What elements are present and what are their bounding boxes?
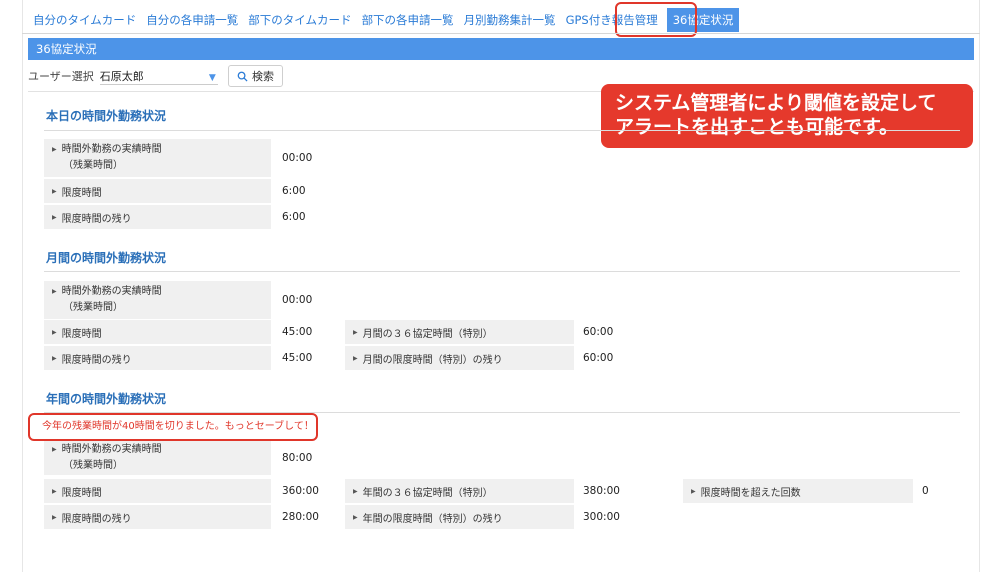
search-button[interactable]: 検索: [228, 65, 283, 87]
yearly-actual-value: 80:00: [282, 452, 313, 464]
caret-right-icon: ▶: [52, 487, 57, 495]
yearly-special-remaining-value: 300:00: [583, 511, 620, 523]
caret-right-icon: ▶: [691, 487, 696, 495]
monthly-actual-value: 00:00: [282, 294, 313, 306]
monthly-actual-label-line2: （残業時間）: [63, 302, 123, 313]
monthly-special-remaining-label: ▶ 月間の限度時間（特別）の残り: [345, 346, 574, 370]
monthly-actual-label-line1: 時間外勤務の実績時間: [61, 286, 162, 297]
yearly-remaining-value: 280:00: [282, 511, 319, 523]
user-select-dropdown[interactable]: 石原太郎 ▼: [99, 67, 218, 85]
caret-right-icon: ▶: [52, 213, 57, 221]
yearly-special-remaining-label-text: 年間の限度時間（特別）の残り: [362, 513, 503, 525]
monthly-special-value: 60:00: [583, 326, 614, 338]
yearly-special-value: 380:00: [583, 485, 620, 497]
yearly-exceeded-value: 0: [922, 485, 929, 497]
monthly-limit-label: ▶ 限度時間: [44, 320, 271, 344]
tab-staff-timecard[interactable]: 部下のタイムカード: [243, 8, 356, 32]
nav-divider: [22, 33, 980, 34]
tab-my-requests[interactable]: 自分の各申請一覧: [141, 8, 243, 32]
yearly-special-remaining-label: ▶ 年間の限度時間（特別）の残り: [345, 505, 574, 529]
yearly-exceeded-label-text: 限度時間を超えた回数: [700, 487, 801, 499]
monthly-remaining-label-text: 限度時間の残り: [61, 354, 132, 366]
overtime-alert: 今年の残業時間が40時間を切りました。もっとセーブして！: [28, 413, 318, 441]
yearly-actual-label-line2: （残業時間）: [63, 460, 123, 471]
monthly-remaining-value: 45:00: [282, 352, 313, 364]
tab-monthly-summary[interactable]: 月別勤務集計一覧: [459, 8, 561, 32]
daily-actual-label-line1: 時間外勤務の実績時間: [61, 144, 162, 155]
yearly-limit-label: ▶ 限度時間: [44, 479, 271, 503]
monthly-limit-value: 45:00: [282, 326, 313, 338]
yearly-limit-label-text: 限度時間: [61, 487, 102, 499]
daily-limit-label: ▶ 限度時間: [44, 179, 271, 203]
yearly-exceeded-label: ▶ 限度時間を超えた回数: [683, 479, 913, 503]
caret-right-icon: ▶: [52, 328, 57, 336]
info-callout: システム管理者により閾値を設定して アラートを出すことも可能です。: [601, 84, 973, 148]
yearly-heading: 年間の時間外勤務状況: [46, 392, 167, 406]
monthly-heading: 月間の時間外勤務状況: [46, 251, 167, 265]
daily-actual-label-line2: （残業時間）: [63, 160, 123, 171]
daily-limit-value: 6:00: [282, 185, 306, 197]
tab-my-timecard[interactable]: 自分のタイムカード: [28, 8, 141, 32]
caret-right-icon: ▶: [52, 187, 57, 195]
callout-line-1: システム管理者により閾値を設定して: [615, 92, 937, 114]
chevron-down-icon: ▼: [208, 72, 216, 83]
yearly-actual-label: ▶ 時間外勤務の実績時間 （残業時間）: [44, 441, 271, 475]
daily-actual-label: ▶ 時間外勤務の実績時間 （残業時間）: [44, 139, 271, 177]
user-select-value: 石原太郎: [99, 69, 144, 83]
yearly-special-label: ▶ 年間の３６協定時間（特別）: [345, 479, 574, 503]
caret-right-icon: ▶: [52, 446, 57, 453]
monthly-heading-line: [44, 271, 960, 272]
monthly-special-label-text: 月間の３６協定時間（特別）: [362, 328, 493, 340]
monthly-special-remaining-value: 60:00: [583, 352, 614, 364]
caret-right-icon: ▶: [52, 288, 57, 295]
yearly-actual-label-line1: 時間外勤務の実績時間: [61, 444, 162, 455]
yearly-limit-value: 360:00: [282, 485, 319, 497]
yearly-special-label-text: 年間の３６協定時間（特別）: [362, 487, 493, 499]
active-tab-highlight: [615, 2, 697, 37]
user-select-label: ユーザー選択: [28, 70, 94, 83]
caret-right-icon: ▶: [353, 487, 358, 495]
caret-right-icon: ▶: [353, 513, 358, 521]
monthly-actual-label: ▶ 時間外勤務の実績時間 （残業時間）: [44, 281, 271, 319]
user-select-row: ユーザー選択 石原太郎 ▼: [28, 66, 218, 86]
monthly-special-label: ▶ 月間の３６協定時間（特別）: [345, 320, 574, 344]
monthly-remaining-label: ▶ 限度時間の残り: [44, 346, 271, 370]
caret-right-icon: ▶: [353, 328, 358, 336]
daily-remaining-label-text: 限度時間の残り: [61, 213, 132, 225]
daily-heading: 本日の時間外勤務状況: [46, 109, 167, 123]
callout-line-2: アラートを出すことも可能です。: [615, 116, 899, 138]
caret-right-icon: ▶: [52, 354, 57, 362]
section-title-bar: 36協定状況: [28, 38, 974, 60]
caret-right-icon: ▶: [353, 354, 358, 362]
caret-right-icon: ▶: [52, 513, 57, 521]
search-icon: [237, 71, 248, 82]
monthly-special-remaining-label-text: 月間の限度時間（特別）の残り: [362, 354, 503, 366]
search-button-label: 検索: [252, 70, 274, 83]
daily-actual-value: 00:00: [282, 152, 313, 164]
daily-remaining-value: 6:00: [282, 211, 306, 223]
yearly-remaining-label-text: 限度時間の残り: [61, 513, 132, 525]
monthly-limit-label-text: 限度時間: [61, 328, 102, 340]
yearly-remaining-label: ▶ 限度時間の残り: [44, 505, 271, 529]
daily-remaining-label: ▶ 限度時間の残り: [44, 205, 271, 229]
daily-limit-label-text: 限度時間: [61, 187, 102, 199]
tab-staff-requests[interactable]: 部下の各申請一覧: [357, 8, 459, 32]
caret-right-icon: ▶: [52, 146, 57, 153]
daily-heading-line: [44, 130, 960, 131]
